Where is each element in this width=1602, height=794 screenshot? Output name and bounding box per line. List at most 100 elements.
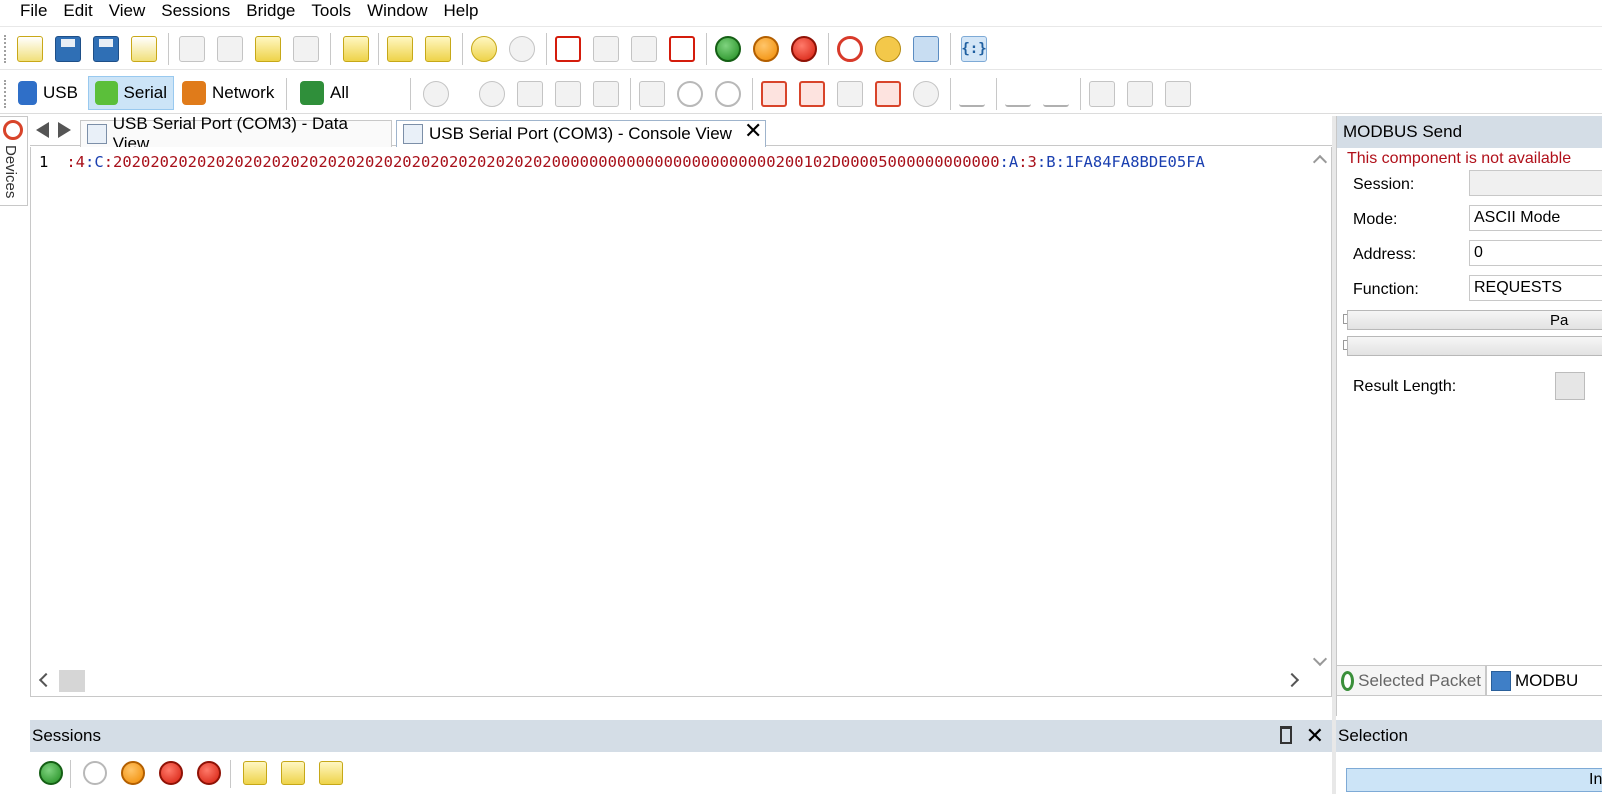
devices-side-tab[interactable]: Devices [0, 116, 28, 206]
menu-view[interactable]: View [101, 0, 154, 22]
source-all-button[interactable]: All [294, 76, 358, 110]
mode-select[interactable]: ASCII Mode [1469, 205, 1602, 231]
options-bar[interactable] [1347, 336, 1602, 356]
monitor-button[interactable] [910, 33, 942, 65]
menu-file[interactable]: File [0, 0, 55, 22]
layers-button[interactable] [420, 78, 452, 110]
wave-select-button[interactable] [956, 78, 988, 110]
source-serial-button[interactable]: Serial [88, 76, 174, 110]
sessions-title: Sessions [32, 726, 101, 745]
menu-bridge[interactable]: Bridge [238, 0, 303, 22]
usb-save-button[interactable] [666, 33, 698, 65]
console-view[interactable]: 1:4:C:2020202020202020202020202020202020… [30, 147, 1332, 697]
scroll-left-icon[interactable] [38, 672, 54, 688]
params-bar[interactable]: Pa [1347, 310, 1602, 330]
filter-button[interactable] [514, 78, 546, 110]
new-session-button[interactable] [14, 33, 46, 65]
toolbar-grip[interactable] [4, 35, 7, 63]
next-button[interactable] [712, 78, 744, 110]
cut-button[interactable] [176, 33, 208, 65]
function-select[interactable]: REQUESTS [1469, 275, 1602, 301]
wave-alt-button[interactable] [1040, 78, 1072, 110]
document-tab-strip: USB Serial Port (COM3) - Data View USB S… [30, 114, 1332, 153]
stop-doc-button[interactable] [628, 33, 660, 65]
stop-button[interactable] [788, 33, 820, 65]
save-button[interactable] [52, 33, 84, 65]
cluster-button[interactable] [910, 78, 942, 110]
paste-special-button[interactable] [290, 33, 322, 65]
pause-doc-button[interactable] [590, 33, 622, 65]
menu-help[interactable]: Help [436, 0, 487, 22]
braces-button[interactable]: {:} [958, 33, 990, 65]
horizontal-splitter[interactable] [30, 700, 1332, 718]
scroll-thumb[interactable] [59, 670, 85, 692]
horizontal-scrollbar[interactable] [33, 670, 1311, 692]
vertical-scrollbar[interactable] [1311, 153, 1329, 668]
table-button[interactable] [590, 78, 622, 110]
session-field[interactable] [1469, 170, 1602, 196]
close-tab-icon[interactable]: ✕ [744, 118, 762, 144]
tab-selected-packet[interactable]: Selected Packet [1336, 666, 1486, 696]
analyzer-button[interactable] [834, 33, 866, 65]
session-remove-button[interactable] [316, 758, 346, 788]
import-button[interactable] [340, 33, 372, 65]
session-pause-button[interactable] [118, 758, 148, 788]
menu-window[interactable]: Window [359, 0, 435, 22]
tab-modbus[interactable]: MODBU [1486, 666, 1602, 696]
send-next-button[interactable] [1162, 78, 1194, 110]
result-length-field[interactable] [1555, 372, 1585, 400]
pause-icon [753, 36, 779, 62]
select-grey-button[interactable] [834, 78, 866, 110]
search-disabled-button[interactable] [506, 33, 538, 65]
paste-button[interactable] [252, 33, 284, 65]
scroll-down-icon[interactable] [1312, 651, 1328, 667]
start-button[interactable] [712, 33, 744, 65]
usb-play-button[interactable] [552, 33, 584, 65]
save-help-button[interactable] [90, 33, 122, 65]
pause-button[interactable] [750, 33, 782, 65]
tab-data-view[interactable]: USB Serial Port (COM3) - Data View [80, 114, 392, 153]
scroll-right-icon[interactable] [1284, 672, 1300, 688]
copy-button[interactable] [214, 33, 246, 65]
toolbar-grip[interactable] [4, 80, 7, 108]
grid-button[interactable] [552, 78, 584, 110]
send-all-button[interactable] [1124, 78, 1156, 110]
source-network-button[interactable]: Network [176, 76, 284, 110]
close-panel-icon[interactable]: ✕ [1306, 720, 1324, 752]
menu-edit[interactable]: Edit [55, 0, 100, 22]
menu-tools[interactable]: Tools [303, 0, 359, 22]
session-start-button[interactable] [80, 758, 110, 788]
wave-button[interactable] [1002, 78, 1034, 110]
export-button[interactable] [636, 78, 668, 110]
select-red-button[interactable] [758, 78, 790, 110]
layer-button[interactable] [476, 78, 508, 110]
pin-icon[interactable] [1280, 726, 1292, 744]
settings-button[interactable] [872, 33, 904, 65]
select-outline-button[interactable] [796, 78, 828, 110]
session-columns-button[interactable] [240, 758, 270, 788]
toolbar-divider [330, 33, 331, 65]
find-next-button[interactable] [422, 33, 454, 65]
previous-button[interactable] [674, 78, 706, 110]
session-stop-button[interactable] [156, 758, 186, 788]
right-panel-tabs: Selected Packet MODBU [1336, 665, 1602, 696]
session-settings-button[interactable] [36, 758, 66, 788]
session-close-button[interactable] [194, 758, 224, 788]
send-button[interactable] [1086, 78, 1118, 110]
menu-sessions[interactable]: Sessions [153, 0, 238, 22]
find-button[interactable] [384, 33, 416, 65]
paste-special-icon [293, 36, 319, 62]
session-add-button[interactable] [278, 758, 308, 788]
tab-console-view[interactable]: USB Serial Port (COM3) - Console View [396, 120, 766, 147]
close-session-button[interactable] [128, 33, 160, 65]
console-segment: :3 [1018, 153, 1037, 171]
selection-info-bar[interactable]: Inf [1346, 768, 1602, 792]
select-mixed-button[interactable] [872, 78, 904, 110]
scroll-up-icon[interactable] [1312, 154, 1328, 170]
tab-next-arrow-icon[interactable] [58, 122, 71, 138]
tab-prev-arrow-icon[interactable] [36, 122, 49, 138]
address-field[interactable]: 0 [1469, 240, 1602, 266]
source-usb-button[interactable]: USB [12, 76, 84, 110]
stop-icon [791, 36, 817, 62]
search-button[interactable] [468, 33, 500, 65]
